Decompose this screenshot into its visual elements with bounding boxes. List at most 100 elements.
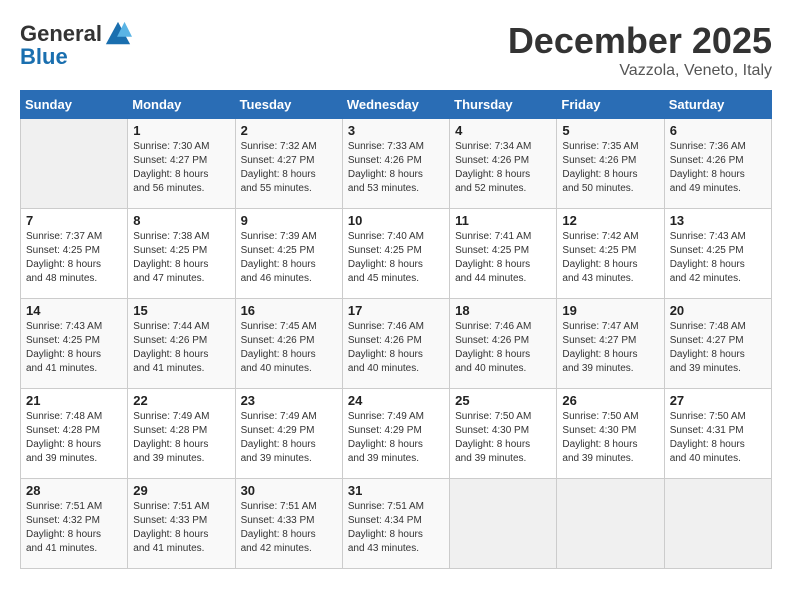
day-number: 29 <box>133 483 229 498</box>
calendar-cell: 9 Sunrise: 7:39 AMSunset: 4:25 PMDaylight… <box>235 209 342 299</box>
weekday-header-sunday: Sunday <box>21 91 128 119</box>
calendar-cell <box>664 479 771 569</box>
day-number: 14 <box>26 303 122 318</box>
day-info: Sunrise: 7:41 AMSunset: 4:25 PMDaylight:… <box>455 230 551 286</box>
calendar-cell: 4Sunrise: 7:34 AMSunset: 4:26 PMDaylight… <box>450 119 557 209</box>
day-number: 8 <box>133 213 229 228</box>
calendar-week-row: 21 Sunrise: 7:48 AMSunset: 4:28 PMDayligh… <box>21 389 772 479</box>
calendar-cell: 24 Sunrise: 7:49 AMSunset: 4:29 PMDayligh… <box>342 389 449 479</box>
day-number: 12 <box>562 213 658 228</box>
day-info: Sunrise: 7:51 AMSunset: 4:32 PMDaylight:… <box>26 500 122 556</box>
day-info: Sunrise: 7:49 AMSunset: 4:29 PMDaylight:… <box>348 410 444 466</box>
weekday-header-monday: Monday <box>128 91 235 119</box>
day-info: Sunrise: 7:49 AMSunset: 4:29 PMDaylight:… <box>241 410 337 466</box>
weekday-header-row: SundayMondayTuesdayWednesdayThursdayFrid… <box>21 91 772 119</box>
day-info: Sunrise: 7:37 AMSunset: 4:25 PMDaylight:… <box>26 230 122 286</box>
calendar-cell: 12 Sunrise: 7:42 AMSunset: 4:25 PMDayligh… <box>557 209 664 299</box>
calendar-week-row: 1 Sunrise: 7:30 AMSunset: 4:27 PMDaylight… <box>21 119 772 209</box>
day-number: 28 <box>26 483 122 498</box>
calendar-cell: 13 Sunrise: 7:43 AMSunset: 4:25 PMDayligh… <box>664 209 771 299</box>
calendar-cell <box>21 119 128 209</box>
calendar-cell: 8 Sunrise: 7:38 AMSunset: 4:25 PMDaylight… <box>128 209 235 299</box>
day-info: Sunrise: 7:35 AMSunset: 4:26 PMDaylight:… <box>562 140 658 196</box>
day-info: Sunrise: 7:43 AMSunset: 4:25 PMDaylight:… <box>670 230 766 286</box>
day-number: 17 <box>348 303 444 318</box>
day-number: 18 <box>455 303 551 318</box>
calendar-cell: 14 Sunrise: 7:43 AMSunset: 4:25 PMDayligh… <box>21 299 128 389</box>
day-number: 9 <box>241 213 337 228</box>
weekday-header-tuesday: Tuesday <box>235 91 342 119</box>
calendar-cell: 29 Sunrise: 7:51 AMSunset: 4:33 PMDayligh… <box>128 479 235 569</box>
weekday-header-thursday: Thursday <box>450 91 557 119</box>
day-info: Sunrise: 7:42 AMSunset: 4:25 PMDaylight:… <box>562 230 658 286</box>
day-number: 23 <box>241 393 337 408</box>
calendar-cell: 1 Sunrise: 7:30 AMSunset: 4:27 PMDaylight… <box>128 119 235 209</box>
day-info: Sunrise: 7:38 AMSunset: 4:25 PMDaylight:… <box>133 230 229 286</box>
day-number: 16 <box>241 303 337 318</box>
day-number: 20 <box>670 303 766 318</box>
calendar-cell: 18 Sunrise: 7:46 AMSunset: 4:26 PMDayligh… <box>450 299 557 389</box>
calendar-cell: 31 Sunrise: 7:51 AMSunset: 4:34 PMDayligh… <box>342 479 449 569</box>
day-info: Sunrise: 7:43 AMSunset: 4:25 PMDaylight:… <box>26 320 122 376</box>
day-number: 10 <box>348 213 444 228</box>
day-info: Sunrise: 7:51 AMSunset: 4:33 PMDaylight:… <box>133 500 229 556</box>
calendar-cell: 27 Sunrise: 7:50 AMSunset: 4:31 PMDayligh… <box>664 389 771 479</box>
calendar-cell: 15 Sunrise: 7:44 AMSunset: 4:26 PMDayligh… <box>128 299 235 389</box>
day-info: Sunrise: 7:48 AMSunset: 4:27 PMDaylight:… <box>670 320 766 376</box>
day-info: Sunrise: 7:51 AMSunset: 4:33 PMDaylight:… <box>241 500 337 556</box>
day-info: Sunrise: 7:50 AMSunset: 4:30 PMDaylight:… <box>562 410 658 466</box>
day-number: 13 <box>670 213 766 228</box>
day-number: 3 <box>348 123 444 138</box>
day-info: Sunrise: 7:49 AMSunset: 4:28 PMDaylight:… <box>133 410 229 466</box>
day-number: 22 <box>133 393 229 408</box>
day-number: 30 <box>241 483 337 498</box>
calendar-cell: 7Sunrise: 7:37 AMSunset: 4:25 PMDaylight… <box>21 209 128 299</box>
day-number: 5 <box>562 123 658 138</box>
day-number: 15 <box>133 303 229 318</box>
calendar-week-row: 14 Sunrise: 7:43 AMSunset: 4:25 PMDayligh… <box>21 299 772 389</box>
day-number: 19 <box>562 303 658 318</box>
calendar-cell: 20 Sunrise: 7:48 AMSunset: 4:27 PMDayligh… <box>664 299 771 389</box>
day-info: Sunrise: 7:46 AMSunset: 4:26 PMDaylight:… <box>348 320 444 376</box>
calendar-week-row: 28 Sunrise: 7:51 AMSunset: 4:32 PMDayligh… <box>21 479 772 569</box>
day-info: Sunrise: 7:46 AMSunset: 4:26 PMDaylight:… <box>455 320 551 376</box>
calendar-cell: 11 Sunrise: 7:41 AMSunset: 4:25 PMDayligh… <box>450 209 557 299</box>
calendar-cell: 28 Sunrise: 7:51 AMSunset: 4:32 PMDayligh… <box>21 479 128 569</box>
day-info: Sunrise: 7:40 AMSunset: 4:25 PMDaylight:… <box>348 230 444 286</box>
day-info: Sunrise: 7:36 AMSunset: 4:26 PMDaylight:… <box>670 140 766 196</box>
page-header: General Blue December 2025 Vazzola, Vene… <box>20 20 772 80</box>
calendar-cell: 21 Sunrise: 7:48 AMSunset: 4:28 PMDayligh… <box>21 389 128 479</box>
weekday-header-saturday: Saturday <box>664 91 771 119</box>
month-title: December 2025 <box>508 20 772 62</box>
title-block: December 2025 Vazzola, Veneto, Italy <box>508 20 772 80</box>
calendar-cell: 26Sunrise: 7:50 AMSunset: 4:30 PMDayligh… <box>557 389 664 479</box>
calendar-cell: 23 Sunrise: 7:49 AMSunset: 4:29 PMDayligh… <box>235 389 342 479</box>
day-number: 24 <box>348 393 444 408</box>
calendar-cell <box>450 479 557 569</box>
day-info: Sunrise: 7:50 AMSunset: 4:31 PMDaylight:… <box>670 410 766 466</box>
day-info: Sunrise: 7:39 AMSunset: 4:25 PMDaylight:… <box>241 230 337 286</box>
day-number: 11 <box>455 213 551 228</box>
calendar-cell: 5 Sunrise: 7:35 AMSunset: 4:26 PMDaylight… <box>557 119 664 209</box>
day-number: 27 <box>670 393 766 408</box>
day-info: Sunrise: 7:44 AMSunset: 4:26 PMDaylight:… <box>133 320 229 376</box>
day-number: 25 <box>455 393 551 408</box>
day-number: 31 <box>348 483 444 498</box>
day-info: Sunrise: 7:48 AMSunset: 4:28 PMDaylight:… <box>26 410 122 466</box>
location-subtitle: Vazzola, Veneto, Italy <box>508 62 772 80</box>
calendar-cell: 22 Sunrise: 7:49 AMSunset: 4:28 PMDayligh… <box>128 389 235 479</box>
weekday-header-wednesday: Wednesday <box>342 91 449 119</box>
day-info: Sunrise: 7:33 AMSunset: 4:26 PMDaylight:… <box>348 140 444 196</box>
calendar-cell: 6Sunrise: 7:36 AMSunset: 4:26 PMDaylight… <box>664 119 771 209</box>
calendar-cell: 3 Sunrise: 7:33 AMSunset: 4:26 PMDaylight… <box>342 119 449 209</box>
day-number: 1 <box>133 123 229 138</box>
day-info: Sunrise: 7:51 AMSunset: 4:34 PMDaylight:… <box>348 500 444 556</box>
day-info: Sunrise: 7:47 AMSunset: 4:27 PMDaylight:… <box>562 320 658 376</box>
calendar-cell <box>557 479 664 569</box>
day-info: Sunrise: 7:45 AMSunset: 4:26 PMDaylight:… <box>241 320 337 376</box>
day-info: Sunrise: 7:30 AMSunset: 4:27 PMDaylight:… <box>133 140 229 196</box>
calendar-cell: 16 Sunrise: 7:45 AMSunset: 4:26 PMDayligh… <box>235 299 342 389</box>
logo-icon <box>104 20 132 48</box>
day-number: 21 <box>26 393 122 408</box>
calendar-cell: 2Sunrise: 7:32 AMSunset: 4:27 PMDaylight… <box>235 119 342 209</box>
